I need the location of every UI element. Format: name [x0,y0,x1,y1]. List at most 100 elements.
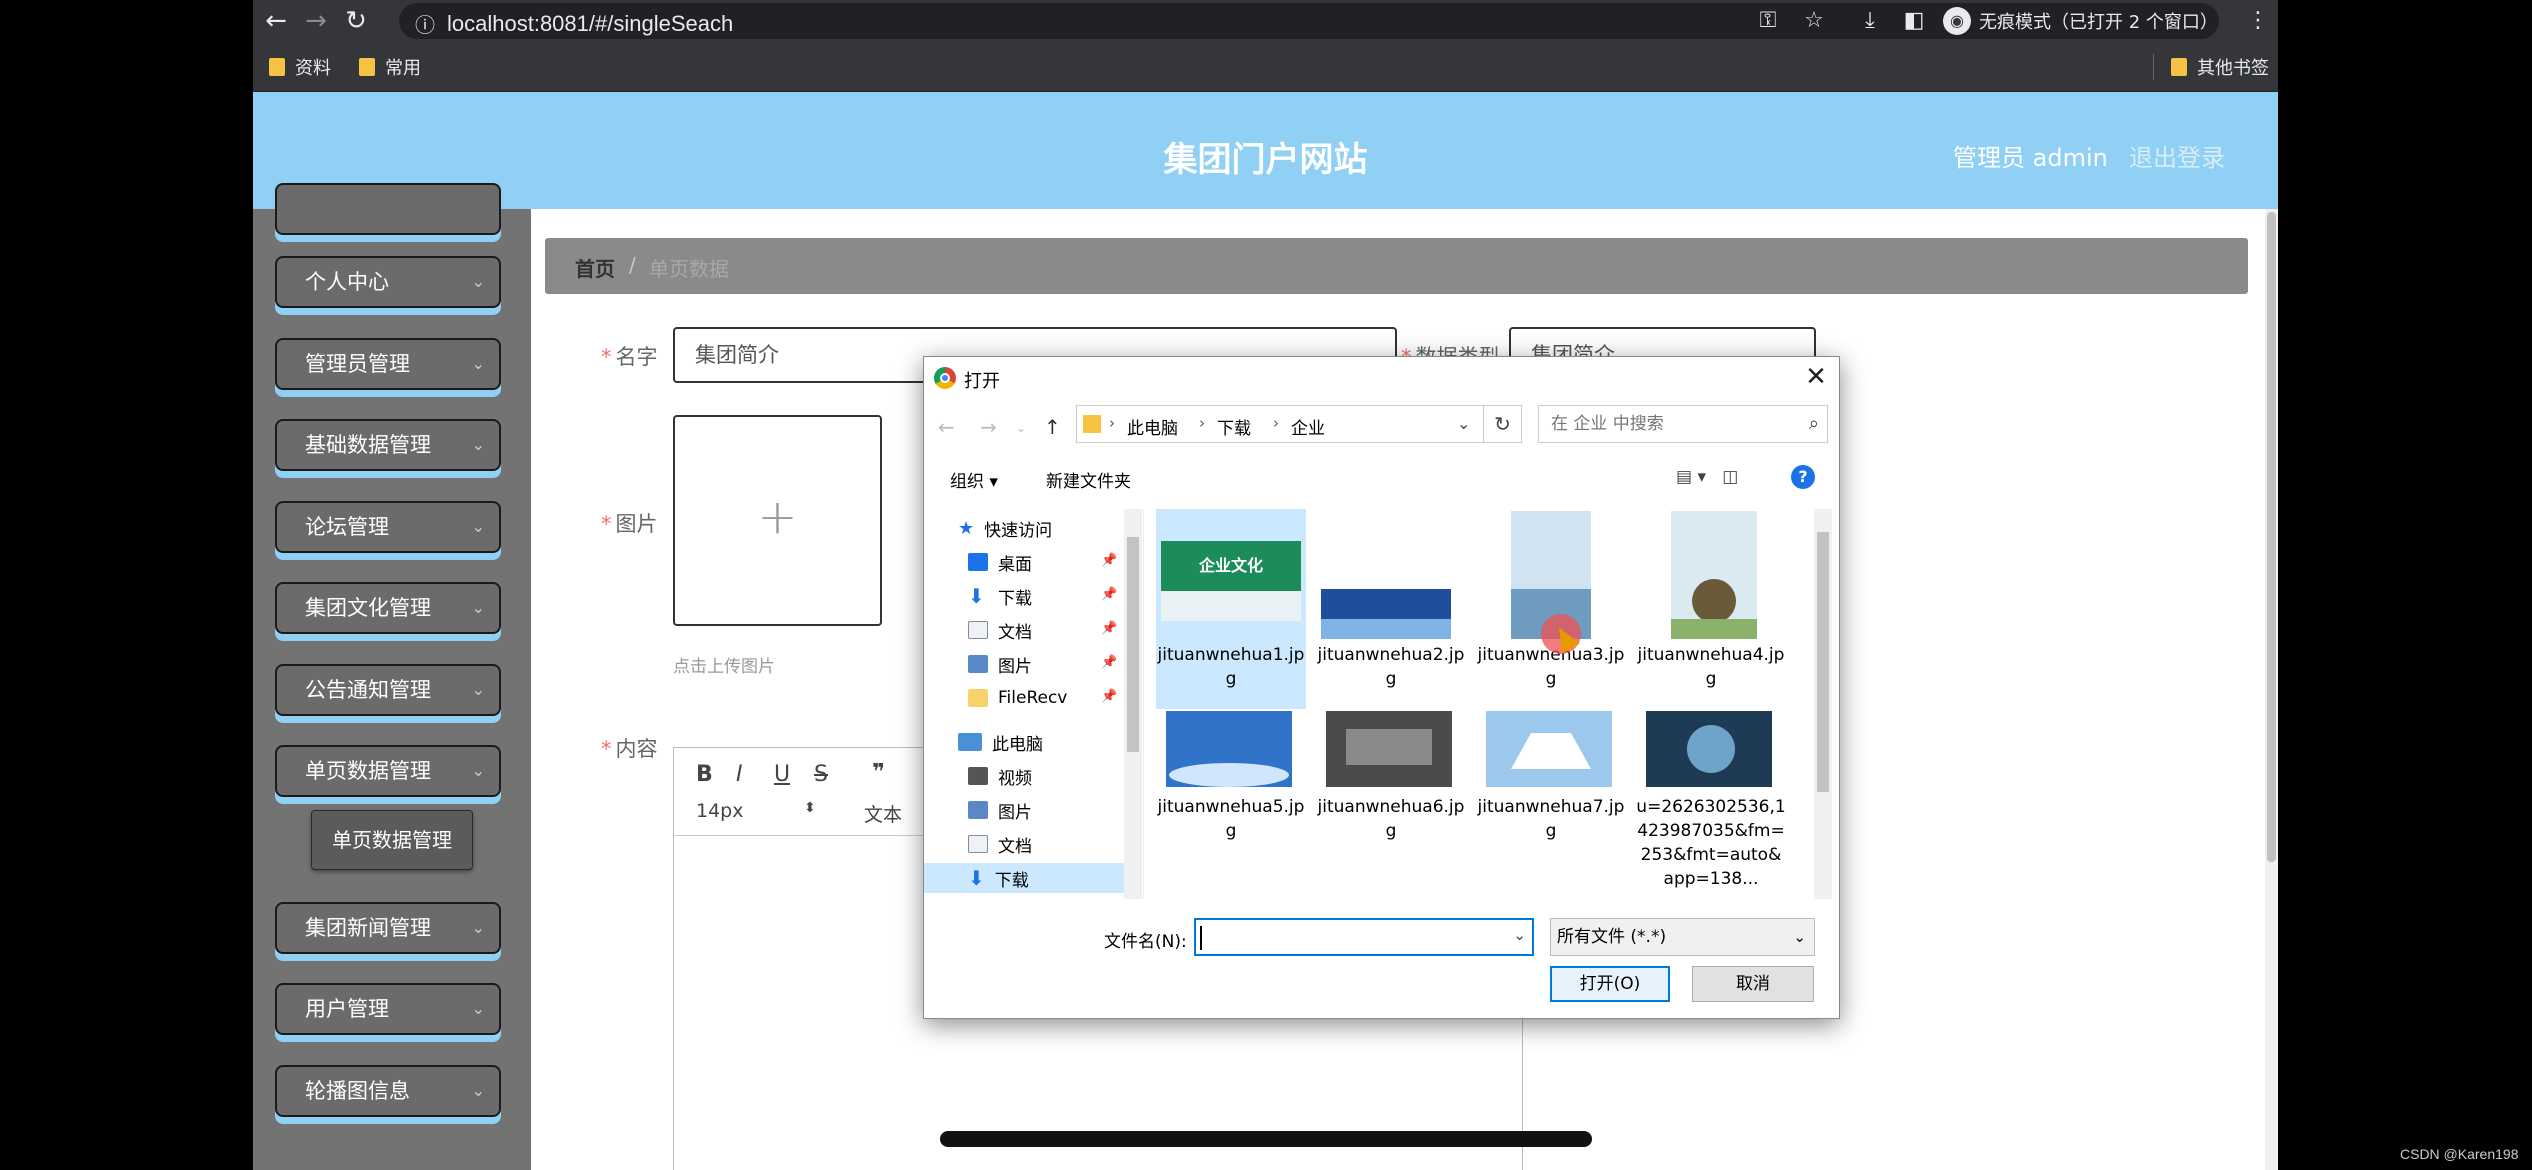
tree-item[interactable]: ★ 快速访问 [958,513,1052,543]
file-item[interactable]: jituanwnehua7.jpg [1476,709,1626,899]
path-crumb[interactable]: 下载 [1217,414,1251,439]
divider [2153,54,2154,80]
tree-scroll-thumb[interactable] [1127,537,1139,752]
sidebar-item-forum[interactable]: 论坛管理 ⌄ [275,501,501,553]
file-name: jituanwnehua1.jpg [1157,645,1305,689]
file-item[interactable]: jituanwnehua6.jpg [1316,709,1466,899]
file-thumbnail: 企业文化 [1161,541,1301,621]
chevron-down-icon[interactable]: ⌄ [1513,926,1526,944]
quote-icon[interactable]: ❞ [872,760,885,785]
file-item[interactable]: jituanwnehua3.jpg [1476,509,1626,709]
tree-item[interactable]: 图片 [968,649,1032,679]
file-item[interactable]: jituanwnehua2.jpg [1316,509,1466,709]
file-item[interactable]: 企业文化 jituanwnehua1.jpg [1156,509,1306,709]
sidebar-item-users[interactable]: 用户管理 ⌄ [275,983,501,1035]
image-uploader[interactable]: + [673,415,882,626]
sidebar-item-news[interactable]: 集团新闻管理 ⌄ [275,902,501,954]
other-bookmarks[interactable]: 其他书签 [2171,54,2269,80]
close-icon[interactable]: ✕ [1800,361,1832,393]
file-name: jituanwnehua2.jpg [1317,645,1465,689]
submenu-single-page[interactable]: 单页数据管理 [311,810,473,870]
recent-dropdown-icon[interactable]: ⌄ [1016,421,1026,435]
filename-input[interactable]: ⌄ [1194,918,1534,956]
italic-icon[interactable]: I [736,762,743,787]
sidebar-item-notice[interactable]: 公告通知管理 ⌄ [275,664,501,716]
tree-item[interactable]: 文档 [968,615,1032,645]
search-input[interactable]: 在 企业 中搜索 ⌕ [1538,405,1828,443]
plus-icon: + [757,489,798,545]
info-icon[interactable]: ⓘ [415,9,435,38]
tree-item[interactable]: 桌面 [968,547,1032,577]
chevron-down-icon: ⌄ [471,517,485,536]
file-thumbnail [1646,711,1772,787]
document-icon [968,835,988,853]
navigation-tree: ★ 快速访问 桌面 📌 ⬇ 下载 📌 文档 📌 图片 📌 FileRecv 📌 此电… [924,509,1144,899]
sidebar-item-base-data[interactable]: 基础数据管理 ⌄ [275,419,501,471]
filetype-select[interactable]: 所有文件 (*.*) ⌄ [1550,918,1815,956]
tree-item[interactable]: 此电脑 [958,727,1043,757]
file-item[interactable]: u=2626302536,1423987035&fm=253&fmt=auto&… [1636,709,1786,899]
sidebar-item-admin[interactable]: 管理员管理 ⌄ [275,338,501,390]
sidebar-item-cut[interactable] [275,183,501,235]
new-folder-button[interactable]: 新建文件夹 [1046,467,1131,492]
upload-hint: 点击上传图片 [673,657,775,677]
file-name: jituanwnehua5.jpg [1157,797,1305,841]
text-style-select[interactable]: 文本 [864,800,902,827]
tree-item[interactable]: 文档 [968,829,1032,859]
download-icon: ⬇ [968,866,985,890]
name-label: * 名字 [601,345,658,369]
refresh-icon[interactable]: ↻ [1484,405,1522,443]
file-item[interactable]: jituanwnehua5.jpg [1156,709,1306,899]
incognito-icon: ◉ [1943,7,1971,35]
view-options-icon[interactable]: ▤ ▾ ◫ [1676,467,1738,487]
forward-icon[interactable]: → [299,4,333,38]
organize-button[interactable]: 组织 ▾ [950,467,998,492]
menu-icon[interactable]: ⋮ [2243,6,2273,36]
up-icon[interactable]: ↑ [1044,415,1061,439]
sidebar-item-carousel[interactable]: 轮播图信息 ⌄ [275,1065,501,1117]
tree-item-selected[interactable]: ⬇ 下载 [924,863,1124,893]
reload-icon[interactable]: ↻ [339,4,373,38]
pin-icon: 📌 [1101,655,1118,670]
tree-item[interactable]: 图片 [968,795,1032,825]
download-icon[interactable]: ⤓ [1855,6,1885,36]
underline-icon[interactable]: U [774,762,790,787]
sidebar-item-profile[interactable]: 个人中心 ⌄ [275,256,501,308]
page-scroll-thumb[interactable] [2267,212,2276,862]
tree-item[interactable]: ⬇ 下载 [968,581,1032,611]
cancel-button[interactable]: 取消 [1692,966,1814,1002]
sidebar-item-culture[interactable]: 集团文化管理 ⌄ [275,582,501,634]
picture-icon [968,655,988,673]
chevron-down-icon: ⌄ [471,761,485,780]
strike-icon[interactable]: S [814,762,828,787]
file-item[interactable]: jituanwnehua4.jpg [1636,509,1786,709]
back-icon[interactable]: ← [259,4,293,38]
logout-link[interactable]: 退出登录 [2129,138,2225,173]
tree-item[interactable]: FileRecv [968,683,1067,713]
pin-icon: 📌 [1101,553,1118,568]
breadcrumb-home[interactable]: 首页 [575,253,615,282]
tree-item[interactable]: 视频 [968,761,1032,791]
incognito-indicator[interactable]: ◉ 无痕模式（已打开 2 个窗口） [1943,6,2218,36]
image-label: * 图片 [601,512,658,536]
grid-scroll-thumb[interactable] [1817,532,1829,792]
sidebar-item-single-page[interactable]: 单页数据管理 ⌄ [275,745,501,797]
sidepanel-icon[interactable]: ◧ [1899,6,1929,36]
path-crumb[interactable]: 企业 [1291,414,1325,439]
back-icon[interactable]: ← [938,415,955,439]
bookmark-folder[interactable]: 资料 [269,54,331,80]
sort-icon: ⬍ [804,800,816,816]
open-button[interactable]: 打开(O) [1550,966,1670,1002]
chevron-down-icon[interactable]: ⌄ [1457,414,1470,433]
file-open-dialog: 打开 ✕ ← → ⌄ ↑ › 此电脑 › 下载 › 企业 ⌄ ↻ 在 企业 中搜… [923,356,1840,1019]
bold-icon[interactable]: B [696,762,713,787]
key-icon[interactable]: ⚿ [1753,6,1783,36]
font-size-select[interactable]: 14px [696,800,743,822]
bookmark-star-icon[interactable]: ☆ [1799,6,1829,36]
forward-icon[interactable]: → [980,415,997,439]
path-crumb[interactable]: 此电脑 [1127,414,1178,439]
bookmark-folder[interactable]: 常用 [359,54,421,80]
help-icon[interactable]: ? [1791,465,1815,489]
folder-icon [968,689,988,707]
path-bar[interactable]: › 此电脑 › 下载 › 企业 ⌄ [1076,405,1484,443]
